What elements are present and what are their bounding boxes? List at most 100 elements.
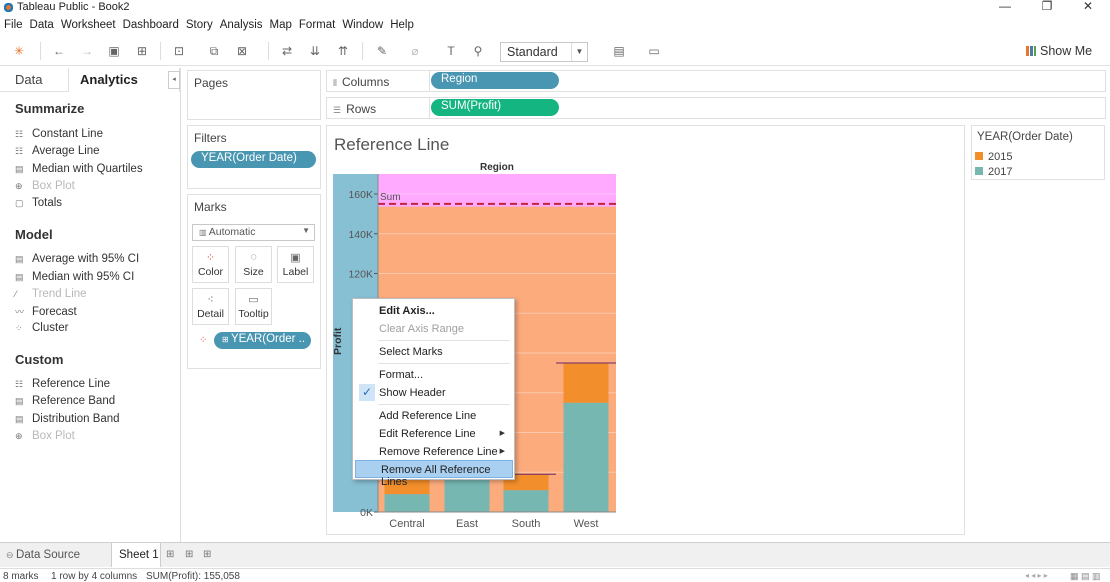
band-icon: ▤	[15, 396, 24, 406]
redo-icon[interactable]: →	[80, 44, 94, 58]
toolbar-separator	[362, 42, 363, 60]
fit-select[interactable]: Standard ▼	[500, 42, 588, 62]
legend-item-2015[interactable]: 2015	[975, 151, 1012, 163]
new-story-icon[interactable]: ⊞	[203, 549, 211, 560]
data-source-icon: ⊖	[6, 550, 17, 560]
pages-card[interactable]: Pages	[187, 70, 321, 120]
menu-item-edit-axis[interactable]: Edit Axis...	[354, 302, 514, 320]
menu-data[interactable]: Data	[26, 17, 57, 31]
tab-data-source[interactable]: ⊖ Data Source	[6, 549, 80, 561]
columns-pill-region[interactable]: Region	[431, 72, 559, 89]
menu-item-remove-all-reference-lines[interactable]: Remove All Reference Lines	[355, 460, 513, 488]
marks-detail-button[interactable]: ⁖ Detail	[192, 288, 229, 325]
menu-item-show-header[interactable]: ✓ Show Header	[354, 384, 514, 402]
marks-detail-label: Detail	[197, 308, 224, 320]
menu-item-select-marks[interactable]: Select Marks	[354, 343, 514, 361]
analytics-item-distribution-band[interactable]: ▤ Distribution Band	[15, 413, 120, 425]
analytics-item-label: Trend Line	[32, 288, 87, 300]
analytics-item-average-line[interactable]: ☷ Average Line	[15, 145, 100, 157]
show-mark-labels-icon[interactable]: T	[444, 44, 458, 58]
legend-item-2017[interactable]: 2017	[975, 166, 1012, 178]
rows-pill-profit[interactable]: SUM(Profit)	[431, 99, 559, 116]
swap-rows-columns-icon[interactable]: ⇄	[280, 44, 294, 58]
menu-separator	[378, 340, 510, 341]
plus-icon: ⊞	[222, 335, 231, 344]
color-encoding-icon: ⁘	[199, 335, 208, 346]
menu-dashboard[interactable]: Dashboard	[119, 17, 182, 31]
status-sum: SUM(Profit): 155,058	[146, 571, 240, 582]
marks-label-button[interactable]: ▣ Label	[277, 246, 314, 283]
mark-type-select[interactable]: ▥ Automatic ▼	[192, 224, 315, 241]
side-pane-tabs: Data Analytics ◂	[0, 68, 181, 92]
menu-map[interactable]: Map	[266, 17, 295, 31]
fix-axes-icon[interactable]: ⚲	[471, 44, 485, 58]
status-marks: 8 marks	[3, 571, 39, 582]
mark-type-value: Automatic	[208, 226, 256, 238]
color-legend: YEAR(Order Date) 2015 2017	[971, 125, 1105, 180]
analytics-item-cluster[interactable]: ⁘ Cluster	[15, 322, 68, 334]
label-icon: ▣	[290, 252, 301, 264]
marks-title: Marks	[194, 200, 227, 214]
new-worksheet-icon[interactable]: ⊡	[172, 44, 186, 58]
restore-button[interactable]: ❐	[1027, 0, 1067, 14]
sort-ascending-icon[interactable]: ⇊	[308, 44, 322, 58]
presentation-mode-icon[interactable]: ▭	[647, 44, 661, 58]
sheet-nav-arrows-icon[interactable]: ◂ ◂ ▸ ▸	[1025, 571, 1048, 580]
legend-swatch	[975, 167, 983, 175]
toolbar-separator	[160, 42, 161, 60]
sort-descending-icon[interactable]: ⇈	[336, 44, 350, 58]
tab-sheet-1[interactable]: Sheet 1	[111, 543, 161, 567]
marks-pill-year[interactable]: ⊞ YEAR(Order ..	[214, 332, 311, 349]
analytics-item-median-quartiles[interactable]: ▤ Median with Quartiles	[15, 163, 143, 175]
menu-file[interactable]: File	[0, 17, 26, 31]
new-dashboard-icon[interactable]: ⊞	[185, 549, 193, 560]
tableau-icon[interactable]: ✳	[12, 44, 26, 58]
marks-color-button[interactable]: ⁘ Color	[192, 246, 229, 283]
collapse-pane-icon[interactable]: ◂	[168, 71, 180, 89]
save-icon[interactable]: ▣	[107, 44, 121, 58]
clear-sheet-icon[interactable]: ⊠	[235, 44, 249, 58]
highlight-icon[interactable]: ✎	[375, 44, 389, 58]
marks-color-label: Color	[197, 266, 224, 278]
menu-separator	[378, 363, 510, 364]
group-members-icon[interactable]: ⌀	[408, 44, 422, 58]
analytics-item-reference-line[interactable]: ☷ Reference Line	[15, 378, 110, 390]
analytics-item-reference-band[interactable]: ▤ Reference Band	[15, 395, 115, 407]
menu-analysis[interactable]: Analysis	[216, 17, 266, 31]
filter-pill-year[interactable]: YEAR(Order Date)	[191, 151, 316, 168]
marks-tooltip-label: Tooltip	[238, 308, 269, 320]
close-button[interactable]: ✕	[1068, 0, 1108, 14]
menu-item-remove-reference-line[interactable]: Remove Reference Line ▶	[354, 443, 514, 461]
menu-item-add-reference-line[interactable]: Add Reference Line	[354, 407, 514, 425]
new-data-source-icon[interactable]: ⊞	[135, 44, 149, 58]
menu-window[interactable]: Window	[338, 17, 386, 31]
menu-format[interactable]: Format	[295, 17, 338, 31]
analytics-item-median-ci[interactable]: ▤ Median with 95% CI	[15, 271, 134, 283]
menu-help[interactable]: Help	[386, 17, 417, 31]
menu-item-format[interactable]: Format...	[354, 366, 514, 384]
analytics-item-totals[interactable]: ▢ Totals	[15, 197, 62, 209]
minimize-button[interactable]: —	[985, 0, 1025, 14]
show-me-button[interactable]: Show Me	[1026, 44, 1092, 58]
duplicate-sheet-icon[interactable]: ⧉	[207, 44, 221, 58]
toolbar-separator	[268, 42, 269, 60]
analytics-item-forecast[interactable]: 〰 Forecast	[15, 305, 77, 318]
marks-tooltip-button[interactable]: ▭ Tooltip	[235, 288, 272, 325]
new-worksheet-icon[interactable]: ⊞	[166, 549, 174, 560]
analytics-item-label: Average with 95% CI	[32, 253, 140, 265]
view-mode-icons[interactable]: ▦ ▤ ▥	[1070, 571, 1101, 582]
show-cards-icon[interactable]: ▤	[612, 44, 626, 58]
menu-worksheet[interactable]: Worksheet	[57, 17, 119, 31]
y-axis-title: Profit	[332, 327, 344, 355]
tab-analytics[interactable]: Analytics	[80, 72, 138, 87]
undo-icon[interactable]: ←	[52, 44, 66, 58]
tab-data[interactable]: Data	[15, 72, 42, 87]
marks-size-button[interactable]: ◌ Size	[235, 246, 272, 283]
analytics-item-average-ci[interactable]: ▤ Average with 95% CI	[15, 253, 139, 265]
tableau-logo-icon	[3, 2, 14, 13]
marks-pill-label: YEAR(Order ..	[230, 333, 306, 345]
cluster-icon: ⁘	[15, 323, 23, 333]
menu-story[interactable]: Story	[182, 17, 216, 31]
menu-item-edit-reference-line[interactable]: Edit Reference Line ▶	[354, 425, 514, 443]
analytics-item-constant-line[interactable]: ☷ Constant Line	[15, 128, 103, 140]
